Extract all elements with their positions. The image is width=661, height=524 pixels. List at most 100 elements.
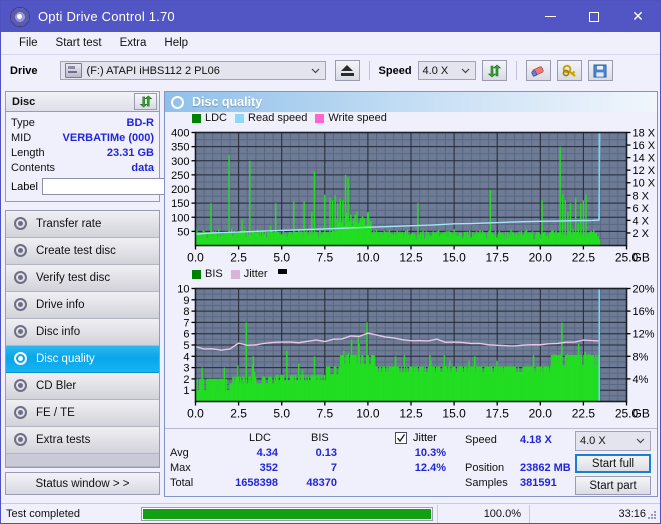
disc-test-icon: [13, 217, 28, 231]
maximize-icon: [589, 11, 599, 22]
jitter-checkbox[interactable]: [395, 432, 407, 444]
svg-text:16%: 16%: [633, 306, 655, 318]
svg-text:12 X: 12 X: [633, 165, 656, 177]
stats-samples-label: Samples: [465, 477, 508, 489]
legend-label-jitter: Jitter: [243, 268, 268, 280]
svg-text:4: 4: [183, 351, 189, 363]
chevron-down-icon: [461, 66, 470, 75]
floppy-save-icon: [593, 64, 607, 77]
left-sidebar: Disc Type BD-R MID VERBATIMe (000) Lengt…: [5, 91, 244, 495]
svg-text:4 X: 4 X: [633, 215, 650, 227]
stats-position-label: Position: [465, 462, 505, 474]
svg-text:5: 5: [183, 340, 189, 352]
disc-refresh-button[interactable]: [134, 93, 157, 110]
sidebar-item-label: Verify test disc: [36, 272, 111, 284]
close-icon: ✕: [632, 8, 644, 25]
window-title: Opti Drive Control 1.70: [38, 9, 175, 24]
status-window-button[interactable]: Status window > >: [5, 472, 160, 495]
drive-select-value: (F:) ATAPI iHBS112 2 PL06: [86, 64, 220, 77]
svg-text:20.0: 20.0: [529, 251, 553, 265]
app-disc-icon: [10, 6, 30, 27]
stats-jitter-avg: 10.3%: [414, 447, 446, 459]
stats-row-label-max: Max: [170, 462, 191, 474]
sidebar-item-extra-tests[interactable]: Extra tests: [6, 427, 159, 454]
svg-text:22.5: 22.5: [572, 407, 596, 421]
save-button[interactable]: [587, 60, 613, 81]
disc-row-value: 23.31 GB: [106, 146, 154, 159]
ldc-chart: LDC Read speed Write speed 50 100 150 200 25…: [165, 112, 657, 268]
svg-text:7: 7: [183, 317, 189, 329]
sidebar-item-drive-info[interactable]: Drive info: [6, 292, 159, 319]
svg-text:10: 10: [177, 284, 189, 296]
disc-row-value: BD-R: [126, 116, 155, 129]
svg-text:14 X: 14 X: [633, 153, 656, 165]
svg-text:9: 9: [183, 295, 189, 307]
test-speed-select[interactable]: 4.0 X: [575, 431, 651, 451]
sidebar-item-create-test-disc[interactable]: Create test disc: [6, 238, 159, 265]
jitter-checkbox-label: Jitter: [413, 432, 437, 444]
speed-label: Speed: [378, 64, 412, 77]
maximize-button[interactable]: [572, 1, 616, 32]
svg-text:16 X: 16 X: [633, 140, 656, 152]
sidebar-item-cd-bler[interactable]: CD Bler: [6, 373, 159, 400]
menu-extra[interactable]: Extra: [111, 35, 156, 51]
refresh-button[interactable]: [481, 60, 507, 81]
svg-text:400: 400: [171, 128, 189, 140]
eraser-button[interactable]: [525, 60, 551, 81]
svg-text:7.5: 7.5: [316, 251, 333, 265]
start-part-button[interactable]: Start part: [575, 476, 651, 495]
svg-text:10.0: 10.0: [356, 407, 380, 421]
sidebar-item-verify-test-disc[interactable]: Verify test disc: [6, 265, 159, 292]
svg-text:5.0: 5.0: [273, 251, 290, 265]
svg-text:10.0: 10.0: [356, 251, 380, 265]
sidebar-item-label: Disc quality: [36, 353, 95, 365]
svg-text:12.5: 12.5: [399, 251, 423, 265]
disc-panel-header: Disc: [5, 91, 160, 112]
minimize-button[interactable]: [528, 1, 572, 32]
refresh-icon: [139, 95, 152, 108]
drive-select[interactable]: (F:) ATAPI iHBS112 2 PL06: [59, 61, 326, 80]
svg-text:5.0: 5.0: [273, 407, 290, 421]
svg-text:17.5: 17.5: [486, 407, 510, 421]
sidebar-item-label: Transfer rate: [36, 218, 102, 230]
menu-start-test[interactable]: Start test: [47, 35, 111, 51]
title-bar: Opti Drive Control 1.70 ✕: [1, 1, 660, 32]
legend-swatch-bis: [192, 269, 201, 279]
sidebar-item-transfer-rate[interactable]: Transfer rate: [6, 211, 159, 238]
speed-select[interactable]: 4.0 X: [417, 61, 476, 80]
svg-text:20.0: 20.0: [529, 407, 553, 421]
eject-button[interactable]: [334, 60, 360, 81]
sidebar-item-fe-te[interactable]: FE / TE: [6, 400, 159, 427]
speed-select-value: 4.0 X: [422, 64, 449, 77]
disc-quality-header: Disc quality: [165, 92, 657, 112]
refresh-icon: [487, 64, 501, 77]
stats-header-ldc: LDC: [249, 432, 272, 444]
stats-row-label-avg: Avg: [170, 447, 189, 459]
disc-label-row: Label: [11, 176, 244, 197]
status-message: Test completed: [6, 507, 80, 520]
disc-test-icon: [13, 325, 28, 339]
legend-swatch-jitter: [230, 269, 240, 279]
sidebar-item-disc-info[interactable]: Disc info: [6, 319, 159, 346]
svg-text:12%: 12%: [633, 329, 655, 341]
close-button[interactable]: ✕: [616, 1, 660, 32]
svg-text:0.0: 0.0: [187, 251, 204, 265]
menu-help[interactable]: Help: [155, 35, 197, 51]
svg-text:20%: 20%: [633, 284, 655, 296]
start-full-button[interactable]: Start full: [575, 454, 651, 473]
disc-quality-icon: [171, 95, 185, 109]
menu-file[interactable]: File: [10, 35, 47, 51]
disc-row-value: VERBATIMe (000): [62, 131, 154, 144]
disc-info-panel: Type BD-R MID VERBATIMe (000) Length 23.…: [5, 112, 244, 202]
menu-bar: File Start test Extra Help: [1, 32, 660, 55]
sidebar-item-disc-quality[interactable]: Disc quality: [6, 346, 159, 373]
svg-text:300: 300: [171, 156, 189, 168]
progress-bar-fill: [143, 508, 431, 519]
check-icon: [397, 434, 406, 443]
key-button[interactable]: [556, 60, 582, 81]
resize-grip-icon[interactable]: [647, 510, 657, 520]
svg-text:250: 250: [171, 170, 189, 182]
legend-swatch-read-speed: [235, 113, 245, 123]
stats-ldc-avg: 4.34: [256, 447, 278, 459]
stats-speed-value: 4.18 X: [520, 434, 552, 446]
